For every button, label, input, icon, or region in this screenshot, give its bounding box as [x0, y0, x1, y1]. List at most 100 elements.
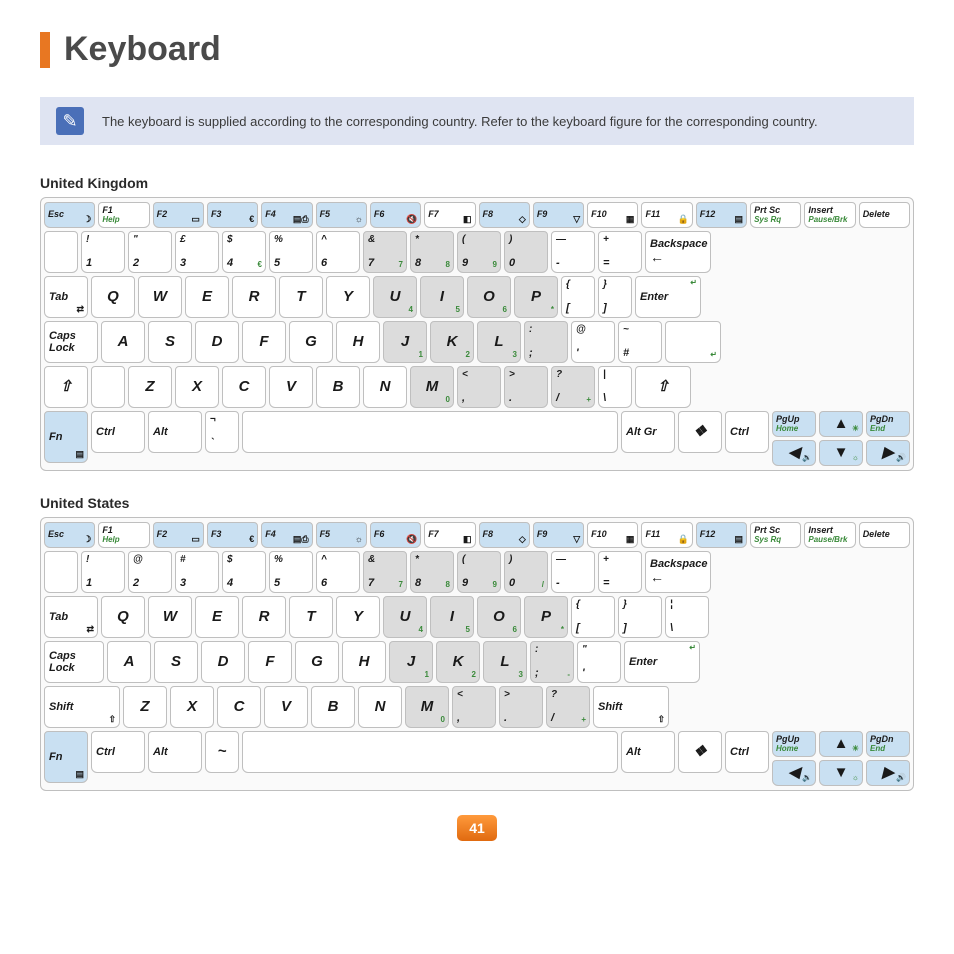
- key: U4: [373, 276, 417, 318]
- key: PgUpHome: [772, 411, 816, 437]
- key: L3: [483, 641, 527, 683]
- title-row: Keyboard: [40, 30, 914, 69]
- key: +=: [598, 231, 642, 273]
- page-title: Keyboard: [64, 30, 221, 69]
- key: ~#: [618, 321, 662, 363]
- key: F1Help: [98, 202, 149, 228]
- key: *88: [410, 551, 454, 593]
- layout-heading: United States: [40, 495, 914, 511]
- key: F: [242, 321, 286, 363]
- key: Prt ScSys Rq: [750, 202, 801, 228]
- note-text: The keyboard is supplied according to th…: [102, 114, 818, 129]
- key: +=: [598, 551, 642, 593]
- key: £3: [175, 231, 219, 273]
- key: )0: [504, 231, 548, 273]
- key: Backspace←: [645, 231, 711, 273]
- key: F9▽: [533, 522, 584, 548]
- note-box: ✎ The keyboard is supplied according to …: [40, 97, 914, 145]
- key: C: [217, 686, 261, 728]
- key: (99: [457, 231, 501, 273]
- key: Alt: [148, 411, 202, 453]
- key: Q: [101, 596, 145, 638]
- key: W: [138, 276, 182, 318]
- key: D: [195, 321, 239, 363]
- key: F11🔒: [641, 522, 692, 548]
- keyboard-diagram: Esc☽F1HelpF2▭F3€F4▤⎙F5☼F6🔇F7◧F8◇F9▽F10▦F…: [40, 197, 914, 471]
- key: :;-: [530, 641, 574, 683]
- key: >.: [504, 366, 548, 408]
- key: J1: [383, 321, 427, 363]
- key: K2: [436, 641, 480, 683]
- key: |\: [598, 366, 632, 408]
- key: Ctrl: [91, 731, 145, 773]
- key: ⇧: [635, 366, 691, 408]
- key: F5☼: [316, 522, 367, 548]
- key: Tab⇄: [44, 596, 98, 638]
- key: F8◇: [479, 522, 530, 548]
- key: *88: [410, 231, 454, 273]
- key: :;: [524, 321, 568, 363]
- key: F6🔇: [370, 202, 421, 228]
- key: F9▽: [533, 202, 584, 228]
- key: PgUpHome: [772, 731, 816, 757]
- key: "': [577, 641, 621, 683]
- key: F3€: [207, 522, 258, 548]
- key: R: [232, 276, 276, 318]
- key: Ctrl: [725, 411, 769, 453]
- key: —-: [551, 551, 595, 593]
- key: I5: [430, 596, 474, 638]
- key: Delete: [859, 202, 910, 228]
- key: Alt Gr: [621, 411, 675, 453]
- key: ?/+: [546, 686, 590, 728]
- key: [44, 231, 78, 273]
- key: F8◇: [479, 202, 530, 228]
- key: }]: [618, 596, 662, 638]
- key: F2▭: [153, 202, 204, 228]
- key: CapsLock: [44, 321, 98, 363]
- key: $4: [222, 551, 266, 593]
- key: P*: [524, 596, 568, 638]
- key: A: [107, 641, 151, 683]
- pencil-icon: ✎: [56, 107, 84, 135]
- key: F4▤⎙: [261, 522, 312, 548]
- key: @': [571, 321, 615, 363]
- key: %5: [269, 551, 313, 593]
- key: [242, 411, 618, 453]
- key: }]: [598, 276, 632, 318]
- key: Z: [123, 686, 167, 728]
- key: U4: [383, 596, 427, 638]
- key: F3€: [207, 202, 258, 228]
- key: ~: [205, 731, 239, 773]
- key: F1Help: [98, 522, 149, 548]
- key: H: [336, 321, 380, 363]
- key: R: [242, 596, 286, 638]
- key: ◀🔉: [772, 440, 816, 466]
- key: {[: [571, 596, 615, 638]
- key: Y: [336, 596, 380, 638]
- key: T: [289, 596, 333, 638]
- key: S: [154, 641, 198, 683]
- key: >.: [499, 686, 543, 728]
- key: (99: [457, 551, 501, 593]
- key: F2▭: [153, 522, 204, 548]
- key: #3: [175, 551, 219, 593]
- key: ▶🔊: [866, 440, 910, 466]
- key: Fn▤: [44, 731, 88, 783]
- key: G: [295, 641, 339, 683]
- key: L3: [477, 321, 521, 363]
- key: F10▦: [587, 202, 638, 228]
- key: {[: [561, 276, 595, 318]
- key: M0: [405, 686, 449, 728]
- key: ^6: [316, 551, 360, 593]
- key: D: [201, 641, 245, 683]
- key: —-: [551, 231, 595, 273]
- key: Shift⇧: [593, 686, 669, 728]
- key: ❖: [678, 731, 722, 773]
- key: )0/: [504, 551, 548, 593]
- key: Y: [326, 276, 370, 318]
- key: InsertPause/Brk: [804, 202, 855, 228]
- key: W: [148, 596, 192, 638]
- key: O6: [467, 276, 511, 318]
- key: P*: [514, 276, 558, 318]
- key: ¬`: [205, 411, 239, 453]
